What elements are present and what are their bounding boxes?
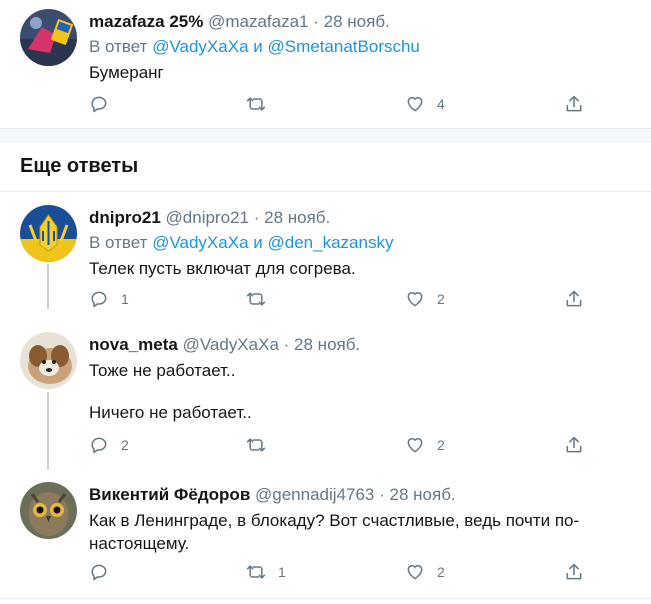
tweet-actions: 4 [89, 94, 589, 116]
tweet-text: Тоже не работает.. [89, 361, 236, 380]
reply-icon [89, 94, 109, 114]
tweet-header: dnipro21 @dnipro21 · 28 нояб. [89, 207, 631, 229]
tweet-text: Ничего не работает.. [89, 403, 252, 422]
share-button[interactable] [564, 289, 584, 309]
mention-link[interactable]: @SmetanatBorschu [268, 37, 420, 56]
author-handle[interactable]: @dnipro21 [166, 208, 249, 227]
like-count: 4 [437, 96, 445, 112]
reply-count: 1 [121, 291, 129, 307]
like-button[interactable]: 2 [405, 562, 445, 582]
share-icon [564, 562, 584, 582]
retweet-button[interactable] [246, 435, 278, 455]
section-title: Еще ответы [20, 155, 139, 177]
mention-link[interactable]: @VadyXaXa [152, 233, 248, 252]
reply-button[interactable]: 1 [89, 289, 129, 309]
tweet-dnipro21[interactable]: dnipro21 @dnipro21 · 28 нояб. В ответ @V… [0, 192, 651, 320]
tweet-actions: 1 2 [89, 289, 589, 311]
like-count: 2 [437, 291, 445, 307]
heart-icon [405, 289, 425, 309]
tweet-text: Телек пусть включат для согрева. [89, 259, 356, 278]
retweet-button[interactable]: 1 [246, 562, 286, 582]
share-button[interactable] [564, 94, 584, 114]
tweet-mazafaza[interactable]: mazafaza 25% @mazafaza1 · 28 нояб. В отв… [0, 0, 651, 128]
share-button[interactable] [564, 435, 584, 455]
reply-icon [89, 289, 109, 309]
author-name[interactable]: mazafaza 25% [89, 12, 203, 31]
avatar-image [20, 482, 77, 539]
reply-and: и [253, 37, 263, 56]
tweet-actions: 1 2 [89, 562, 589, 584]
separator: · [253, 208, 260, 227]
reply-icon [89, 435, 109, 455]
section-divider [0, 128, 651, 142]
tweet-nova-meta[interactable]: nova_meta @VadyXaXa · 28 нояб. Тоже не р… [0, 320, 651, 472]
tweet-header: mazafaza 25% @mazafaza1 · 28 нояб. [89, 11, 631, 33]
avatar[interactable] [20, 332, 77, 389]
retweet-icon [246, 289, 266, 309]
divider [0, 598, 651, 599]
separator: · [313, 12, 319, 31]
reply-and: и [253, 233, 263, 252]
like-button[interactable]: 2 [405, 435, 445, 455]
like-button[interactable]: 2 [405, 289, 445, 309]
reply-to: В ответ @VadyXaXa и @SmetanatBorschu [89, 36, 631, 58]
reply-icon [89, 562, 109, 582]
avatar[interactable] [20, 482, 77, 539]
tweet-header: Викентий Фёдоров @gennadij4763 · 28 нояб… [89, 484, 631, 506]
retweet-icon [246, 435, 266, 455]
share-icon [564, 94, 584, 114]
avatar[interactable] [20, 205, 77, 262]
tweet-vikentiy[interactable]: Викентий Фёдоров @gennadij4763 · 28 нояб… [0, 472, 651, 592]
heart-icon [405, 94, 425, 114]
retweet-icon [246, 562, 266, 582]
avatar-image [20, 9, 77, 66]
share-button[interactable] [564, 562, 584, 582]
author-handle[interactable]: @VadyXaXa [183, 335, 279, 354]
reply-button[interactable] [89, 562, 121, 582]
author-handle[interactable]: @mazafaza1 [208, 12, 308, 31]
tweet-text: Бумеранг [89, 63, 164, 82]
retweet-icon [246, 94, 266, 114]
author-name[interactable]: Викентий Фёдоров [89, 485, 250, 504]
avatar-image [20, 332, 77, 389]
mention-link[interactable]: @VadyXaXa [152, 37, 248, 56]
reply-prefix: В ответ [89, 233, 148, 252]
author-name[interactable]: dnipro21 [89, 208, 161, 227]
like-count: 2 [437, 437, 445, 453]
retweet-button[interactable] [246, 94, 278, 114]
heart-icon [405, 435, 425, 455]
tweet-date[interactable]: 28 нояб. [264, 208, 330, 227]
tweet-text: Как в Ленинграде, в блокаду? Вот счастли… [89, 511, 580, 530]
reply-count: 2 [121, 437, 129, 453]
mention-link[interactable]: @den_kazansky [268, 233, 394, 252]
tweet-date[interactable]: 28 нояб. [294, 335, 360, 354]
share-icon [564, 435, 584, 455]
reply-button[interactable] [89, 94, 121, 114]
heart-icon [405, 562, 425, 582]
reply-to: В ответ @VadyXaXa и @den_kazansky [89, 232, 631, 254]
like-count: 2 [437, 564, 445, 580]
retweet-count: 1 [278, 564, 286, 580]
avatar-image [20, 205, 77, 262]
tweet-text: настоящему. [89, 534, 190, 553]
author-handle[interactable]: @gennadij4763 [255, 485, 374, 504]
share-icon [564, 289, 584, 309]
separator: · [379, 485, 385, 504]
tweet-header: nova_meta @VadyXaXa · 28 нояб. [89, 334, 631, 356]
separator: · [283, 335, 290, 354]
tweet-actions: 2 2 [89, 435, 589, 457]
author-name[interactable]: nova_meta [89, 335, 178, 354]
avatar[interactable] [20, 9, 77, 66]
like-button[interactable]: 4 [405, 94, 445, 114]
tweet-date[interactable]: 28 нояб. [390, 485, 456, 504]
retweet-button[interactable] [246, 289, 278, 309]
tweet-date[interactable]: 28 нояб. [324, 12, 390, 31]
reply-button[interactable]: 2 [89, 435, 129, 455]
reply-prefix: В ответ [89, 37, 148, 56]
